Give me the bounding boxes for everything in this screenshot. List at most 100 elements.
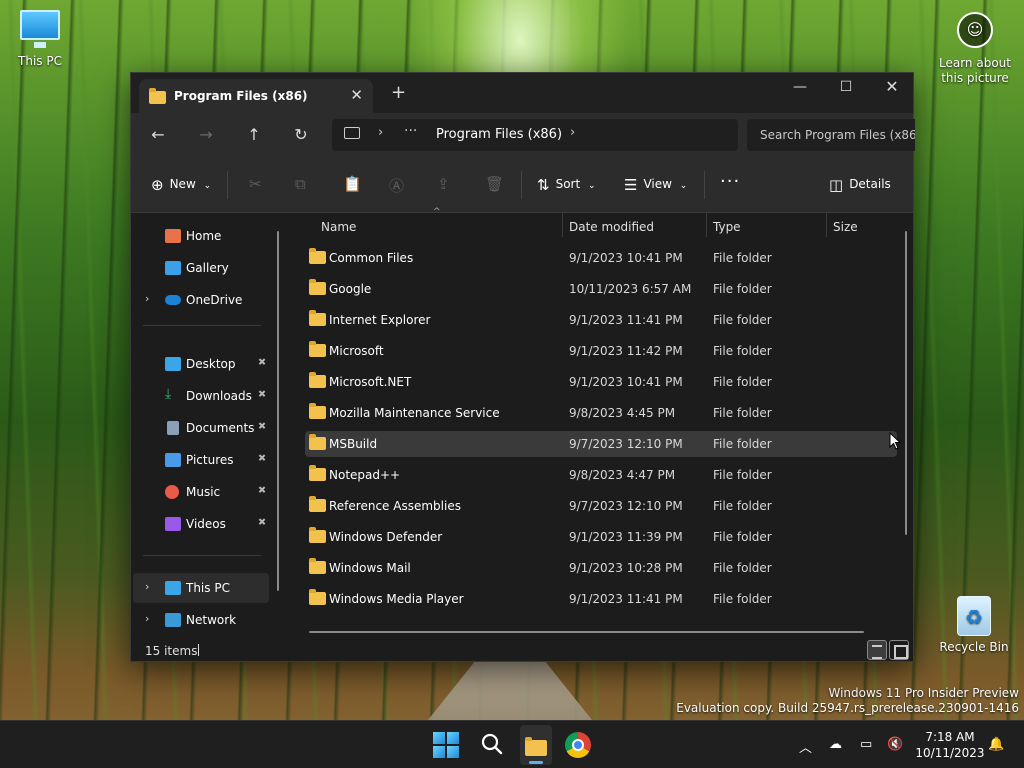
show-hidden-icons-button[interactable]: ︿ — [799, 737, 812, 756]
breadcrumb[interactable]: › ··· Program Files (x86) › — [332, 119, 738, 151]
back-button[interactable]: ← — [145, 125, 171, 144]
forward-button[interactable]: → — [193, 125, 219, 144]
breadcrumb-more-button[interactable]: ··· — [404, 123, 417, 139]
mouse-cursor — [889, 431, 902, 453]
breadcrumb-current[interactable]: Program Files (x86) — [436, 127, 562, 142]
desktop-this-pc-label: This PC — [18, 54, 62, 68]
search-box[interactable] — [747, 119, 915, 151]
details-pane-button[interactable]: ◫ Details — [829, 176, 891, 194]
table-row[interactable]: Reference Assemblies 9/7/2023 12:10 PM F… — [305, 493, 897, 519]
cut-button[interactable]: ✂ — [249, 175, 262, 193]
column-divider[interactable] — [706, 213, 707, 237]
table-row[interactable]: Mozilla Maintenance Service 9/8/2023 4:4… — [305, 400, 897, 426]
search-input[interactable] — [747, 119, 915, 151]
view-button[interactable]: ☰ View ⌄ — [624, 176, 687, 194]
file-name: Windows Media Player — [329, 592, 464, 606]
table-row[interactable]: MSBuild 9/7/2023 12:10 PM File folder — [305, 431, 897, 457]
desktop-learn-about-picture[interactable]: ☺ Learn about this picture — [934, 12, 1016, 86]
start-button[interactable] — [433, 732, 459, 758]
new-tab-button[interactable]: + — [391, 82, 406, 103]
pin-icon[interactable]: ✚ — [254, 516, 268, 530]
sidebar-item-gallery[interactable]: Gallery — [133, 253, 269, 283]
delete-button[interactable]: 🗑 — [485, 175, 504, 193]
column-divider[interactable] — [826, 213, 827, 237]
sidebar-item-home[interactable]: Home — [133, 221, 269, 251]
display-icon[interactable]: ▭ — [860, 737, 872, 752]
notification-bell-icon[interactable]: 🔔 — [988, 737, 1004, 752]
sidebar-item-label: This PC — [186, 581, 230, 595]
gallery-icon — [165, 261, 181, 275]
chevron-right-icon[interactable]: › — [145, 612, 149, 625]
list-icon: ☰ — [624, 176, 638, 194]
vertical-scrollbar[interactable] — [905, 231, 907, 535]
monitor-icon[interactable] — [344, 127, 360, 139]
column-header-name[interactable]: Name — [321, 213, 561, 241]
sidebar-item-documents[interactable]: Documents ✚ — [133, 413, 269, 443]
chevron-right-icon[interactable]: › — [570, 125, 575, 140]
table-row[interactable]: Windows Mail 9/1/2023 10:28 PM File fold… — [305, 555, 897, 581]
refresh-button[interactable]: ↻ — [288, 125, 314, 144]
table-row[interactable]: Windows Defender 9/1/2023 11:39 PM File … — [305, 524, 897, 550]
maximize-button[interactable]: ☐ — [823, 73, 869, 103]
more-options-button[interactable]: ··· — [720, 171, 740, 192]
pin-icon[interactable]: ✚ — [254, 452, 268, 466]
copy-button[interactable]: ⧉ — [295, 175, 306, 193]
sidebar-item-onedrive[interactable]: › OneDrive — [133, 285, 269, 315]
sidebar-item-videos[interactable]: Videos ✚ — [133, 509, 269, 539]
paste-button[interactable]: 📋 — [343, 175, 362, 193]
taskbar-file-explorer[interactable] — [520, 725, 552, 765]
table-row[interactable]: Common Files 9/1/2023 10:41 PM File fold… — [305, 245, 897, 271]
sidebar-item-this-pc[interactable]: › This PC — [133, 573, 269, 603]
column-header-type[interactable]: Type — [713, 213, 825, 241]
taskbar-search-button[interactable] — [479, 731, 507, 759]
pin-icon[interactable]: ✚ — [254, 420, 268, 434]
table-row[interactable]: Windows Media Player 9/1/2023 11:41 PM F… — [305, 586, 897, 612]
pin-icon[interactable]: ✚ — [254, 484, 268, 498]
folder-icon — [309, 496, 326, 512]
sort-button[interactable]: ⇅ Sort ⌄ — [537, 176, 596, 194]
close-window-button[interactable]: ✕ — [869, 73, 915, 103]
chevron-right-icon[interactable]: › — [145, 580, 149, 593]
tab-close-button[interactable]: ✕ — [350, 86, 363, 104]
desktop-recycle-bin[interactable]: ♻ Recycle Bin — [934, 596, 1014, 654]
table-row[interactable]: Internet Explorer 9/1/2023 11:41 PM File… — [305, 307, 897, 333]
column-divider[interactable] — [562, 213, 563, 237]
sidebar-item-desktop[interactable]: Desktop ✚ — [133, 349, 269, 379]
sidebar-scrollbar[interactable] — [277, 231, 279, 591]
new-button[interactable]: ⊕ New ⌄ — [151, 176, 211, 194]
clipboard-icon: 📋 — [343, 175, 362, 193]
sidebar-item-network[interactable]: › Network — [133, 605, 269, 635]
pin-icon[interactable]: ✚ — [254, 356, 268, 370]
chevron-right-icon[interactable]: › — [378, 125, 383, 140]
pin-icon[interactable]: ✚ — [254, 388, 268, 402]
table-row[interactable]: Microsoft.NET 9/1/2023 10:41 PM File fol… — [305, 369, 897, 395]
sidebar-item-pictures[interactable]: Pictures ✚ — [133, 445, 269, 475]
tiles-view-toggle[interactable] — [889, 640, 909, 660]
table-row[interactable]: Microsoft 9/1/2023 11:42 PM File folder — [305, 338, 897, 364]
watermark-line1: Windows 11 Pro Insider Preview — [828, 686, 1019, 700]
desktop-this-pc[interactable]: This PC — [0, 10, 80, 68]
file-type: File folder — [713, 344, 772, 358]
title-bar[interactable]: Program Files (x86) ✕ + — ☐ ✕ — [131, 73, 913, 113]
column-header-date[interactable]: Date modified — [569, 213, 705, 241]
share-button[interactable]: ⇪ — [437, 175, 450, 193]
sidebar-item-music[interactable]: Music ✚ — [133, 477, 269, 507]
sidebar-item-label: Documents — [186, 421, 255, 435]
details-view-toggle[interactable] — [867, 640, 887, 660]
horizontal-scrollbar[interactable] — [309, 631, 864, 633]
network-status-icon[interactable]: ☁ — [829, 737, 842, 752]
taskbar-chrome[interactable] — [565, 732, 591, 758]
taskbar-clock[interactable]: 7:18 AM 10/11/2023 — [912, 729, 988, 761]
tab-program-files[interactable]: Program Files (x86) ✕ — [139, 79, 373, 113]
up-button[interactable]: ↑ — [241, 125, 267, 144]
folder-icon — [309, 372, 326, 388]
column-header-size[interactable]: Size — [833, 213, 893, 241]
sidebar-item-label: Videos — [186, 517, 226, 531]
rename-button[interactable]: Ⓐ — [389, 175, 404, 196]
chevron-right-icon[interactable]: › — [145, 292, 149, 305]
minimize-button[interactable]: — — [777, 73, 823, 103]
sidebar-item-downloads[interactable]: ⤓ Downloads ✚ — [133, 381, 269, 411]
table-row[interactable]: Notepad++ 9/8/2023 4:47 PM File folder — [305, 462, 897, 488]
table-row[interactable]: Google 10/11/2023 6:57 AM File folder — [305, 276, 897, 302]
volume-muted-icon[interactable]: 🔇 — [887, 737, 903, 752]
